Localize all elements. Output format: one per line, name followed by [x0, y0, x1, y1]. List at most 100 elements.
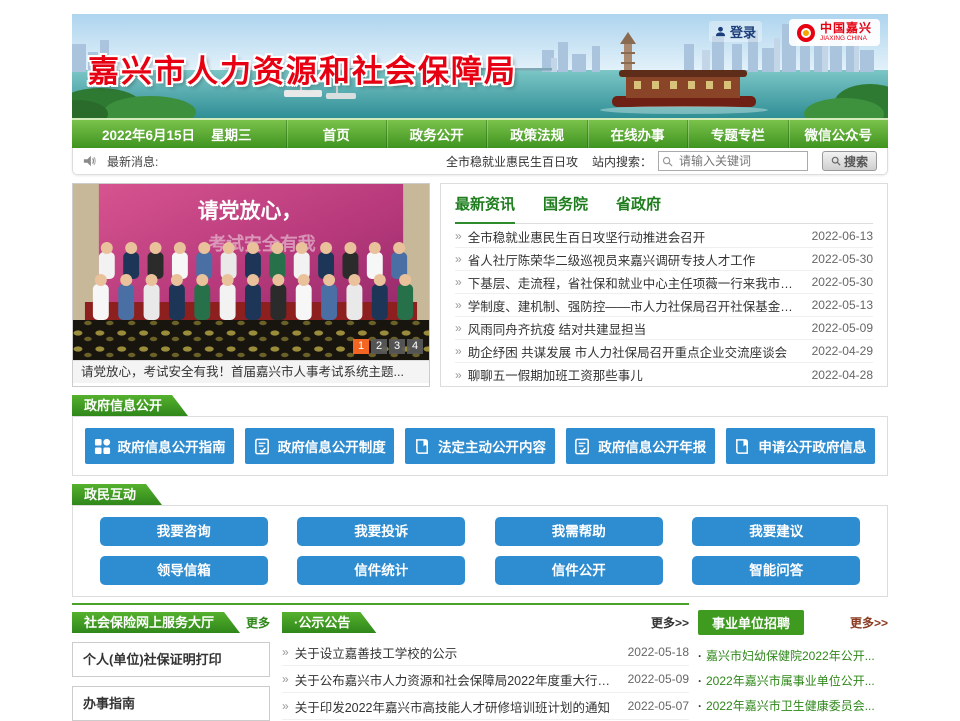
gov-info-system-button[interactable]: 政府信息公开制度 — [245, 428, 394, 464]
nav-weekday: 星期三 — [211, 124, 252, 144]
gov-info-section-title: 政府信息公开 — [72, 395, 188, 416]
gov-info-buttons: 政府信息公开指南 政府信息公开制度 法定主动公开内容 — [72, 416, 888, 476]
doc-check-icon — [254, 438, 271, 455]
announcement-date: 2022-05-09 — [628, 672, 689, 686]
button-label: 法定主动公开内容 — [438, 436, 546, 456]
pager-4[interactable]: 4 — [407, 339, 423, 354]
news-link[interactable]: 助企纾困 共谋发展 市人力社保局召开重点企业交流座谈会 — [468, 342, 800, 361]
arrow-icon: » — [282, 672, 289, 686]
book-icon — [734, 438, 751, 455]
site-title: 嘉兴市人力资源和社会保障局 — [88, 46, 517, 91]
site-search-label: 站内搜索： — [592, 153, 652, 170]
group-photo-illustration: 请党放心， 考试安全有我 — [73, 184, 429, 360]
news-link[interactable]: 学制度、建机制、强防控——市人力社保局召开社保基金要情专题学习会 — [468, 296, 800, 315]
recruitment-list: 嘉兴市妇幼保健院2022年公开... 2022年嘉兴市属事业单位公开... 20… — [698, 644, 888, 719]
tab-latest-news[interactable]: 最新资讯 — [455, 193, 515, 224]
photo-slider: 请党放心， 考试安全有我 1 2 3 4 请党放心，考试安全有我！首届嘉兴市人事… — [72, 183, 430, 387]
login-button[interactable]: 登录 — [709, 21, 762, 42]
news-panel: 最新资讯 国务院 省政府 » 全市稳就业惠民生百日攻坚行动推进会召开 2022-06… — [440, 183, 888, 387]
gov-info-section: 政府信息公开 政府信息公开指南 政府信息公开制度 — [72, 395, 888, 476]
news-list: » 全市稳就业惠民生百日攻坚行动推进会召开 2022-06-13 » 省人社厅陈荣华二… — [455, 225, 873, 386]
photo-slogan-line1: 请党放心， — [198, 199, 302, 223]
service-guide-item[interactable]: 办事指南 — [72, 686, 270, 721]
news-tabs: 最新资讯 国务院 省政府 — [455, 186, 873, 224]
interaction-buttons: 我要咨询 我要投诉 我需帮助 我要建议 领导信箱 信件统计 信件公开 智能问答 — [72, 505, 888, 597]
nav-item-wechat[interactable]: 微信公众号 — [788, 120, 888, 148]
news-date: 2022-04-29 — [812, 344, 873, 358]
recruitment-link[interactable]: 嘉兴市妇幼保健院2022年公开... — [698, 644, 888, 669]
slider-photo[interactable]: 请党放心， 考试安全有我 1 2 3 4 — [73, 184, 429, 360]
search-button-label: 搜索 — [844, 153, 868, 170]
legal-disclosure-button[interactable]: 法定主动公开内容 — [405, 428, 554, 464]
news-link[interactable]: 下基层、走流程，省社保和就业中心主任项薇一行来我市调研“国统”上线情况 — [468, 273, 800, 292]
gov-info-guide-button[interactable]: 政府信息公开指南 — [85, 428, 234, 464]
news-row: »学制度、建机制、强防控——市人力社保局召开社保基金要情专题学习会2022-05… — [455, 294, 873, 317]
arrow-icon: » — [455, 275, 462, 289]
main-nav: 2022年6月15日 星期三 首页 政务公开 政策法规 在线办事 专题专栏 微信… — [72, 118, 888, 148]
recruitment-link[interactable]: 2022年嘉兴市属事业单位公开... — [698, 669, 888, 694]
doc-check-icon — [574, 438, 591, 455]
speaker-icon — [83, 154, 97, 168]
news-link[interactable]: 聊聊五一假期加班工资那些事儿 — [468, 365, 800, 384]
search-button[interactable]: 搜索 — [822, 151, 877, 171]
complaint-button[interactable]: 我要投诉 — [297, 517, 465, 546]
announcements-more-link[interactable]: 更多>> — [651, 614, 689, 631]
announcement-link[interactable]: 关于设立嘉善技工学校的公示 — [295, 643, 616, 662]
nav-item-policies[interactable]: 政策法规 — [486, 120, 586, 148]
recruitment-panel: 事业单位招聘 更多>> 嘉兴市妇幼保健院2022年公开... 2022年嘉兴市属… — [698, 603, 888, 721]
logo-en-text: JIAXING CHINA — [820, 35, 868, 42]
tab-state-council[interactable]: 国务院 — [543, 193, 588, 223]
news-date: 2022-05-30 — [812, 252, 873, 266]
pager-3[interactable]: 3 — [389, 339, 405, 354]
announcement-link[interactable]: 关于公布嘉兴市人力资源和社会保障局2022年度重大行政决策事... — [295, 670, 616, 689]
consult-button[interactable]: 我要咨询 — [100, 517, 268, 546]
nav-item-home[interactable]: 首页 — [286, 120, 386, 148]
need-help-button[interactable]: 我需帮助 — [495, 517, 663, 546]
recruitment-more-link[interactable]: 更多>> — [850, 614, 888, 631]
search-icon — [662, 156, 673, 167]
button-label: 政府信息公开指南 — [118, 436, 226, 456]
latest-news-label: 最新消息: — [107, 153, 158, 170]
pager-2[interactable]: 2 — [371, 339, 387, 354]
news-link[interactable]: 风雨同舟齐抗疫 结对共建显担当 — [468, 319, 800, 338]
news-row: »全市稳就业惠民生百日攻坚行动推进会召开2022-06-13 — [455, 225, 873, 248]
announcement-date: 2022-05-07 — [628, 699, 689, 713]
recruitment-link[interactable]: 2022年嘉兴市卫生健康委员会... — [698, 694, 888, 719]
news-date: 2022-06-13 — [812, 229, 873, 243]
suggestion-button[interactable]: 我要建议 — [692, 517, 860, 546]
letter-statistics-button[interactable]: 信件统计 — [297, 556, 465, 585]
slider-pager: 1 2 3 4 — [353, 339, 423, 354]
arrow-icon: » — [282, 699, 289, 713]
nav-item-gov-affairs[interactable]: 政务公开 — [386, 120, 486, 148]
arrow-icon: » — [455, 321, 462, 335]
nav-item-online-services[interactable]: 在线办事 — [587, 120, 687, 148]
slider-caption[interactable]: 请党放心，考试安全有我！首届嘉兴市人事考试系统主题... — [73, 360, 429, 383]
announcement-link[interactable]: 关于印发2022年嘉兴市高技能人才研修培训班计划的通知 — [295, 697, 616, 716]
social-more-link[interactable]: 更多 — [246, 614, 270, 631]
ssc-print-item[interactable]: 个人(单位)社保证明打印 — [72, 642, 270, 677]
smart-qa-button[interactable]: 智能问答 — [692, 556, 860, 585]
news-row: » 聊聊五一假期加班工资那些事儿 2022-04-28 — [455, 363, 873, 386]
leader-mailbox-button[interactable]: 领导信箱 — [100, 556, 268, 585]
arrow-icon: » — [455, 368, 462, 382]
social-insurance-title: 社会保险网上服务大厅 — [72, 612, 240, 633]
announcements-panel: ·公示公告 更多>> »关于设立嘉善技工学校的公示2022-05-18 »关于公… — [282, 612, 689, 721]
request-disclosure-button[interactable]: 申请公开政府信息 — [726, 428, 875, 464]
search-input[interactable] — [658, 151, 808, 171]
tab-provincial-gov[interactable]: 省政府 — [616, 193, 661, 223]
pager-1[interactable]: 1 — [353, 339, 369, 354]
news-date: 2022-05-30 — [812, 275, 873, 289]
social-insurance-panel: 社会保险网上服务大厅 更多 个人(单位)社保证明打印 办事指南 — [72, 612, 270, 721]
news-date: 2022-04-28 — [812, 368, 873, 382]
news-link[interactable]: 全市稳就业惠民生百日攻坚行动推进会召开 — [468, 227, 800, 246]
news-link[interactable]: 省人社厅陈荣华二级巡视员来嘉兴调研专技人才工作 — [468, 250, 800, 269]
annual-report-button[interactable]: 政府信息公开年报 — [566, 428, 715, 464]
nav-item-special-columns[interactable]: 专题专栏 — [687, 120, 787, 148]
logo-cn-text: 中国嘉兴 — [820, 22, 872, 35]
grid-icon — [94, 438, 111, 455]
news-row: »省人社厅陈荣华二级巡视员来嘉兴调研专技人才工作2022-05-30 — [455, 248, 873, 271]
news-row: » 下基层、走流程，省社保和就业中心主任项薇一行来我市调研“国统”上线情况 2022… — [455, 271, 873, 294]
interaction-section: 政民互动 我要咨询 我要投诉 我需帮助 我要建议 领导信箱 信件统计 信件公开 … — [72, 484, 888, 597]
letter-disclosure-button[interactable]: 信件公开 — [495, 556, 663, 585]
hot-topic-link[interactable]: 全市稳就业惠民生百日攻 — [446, 153, 578, 170]
